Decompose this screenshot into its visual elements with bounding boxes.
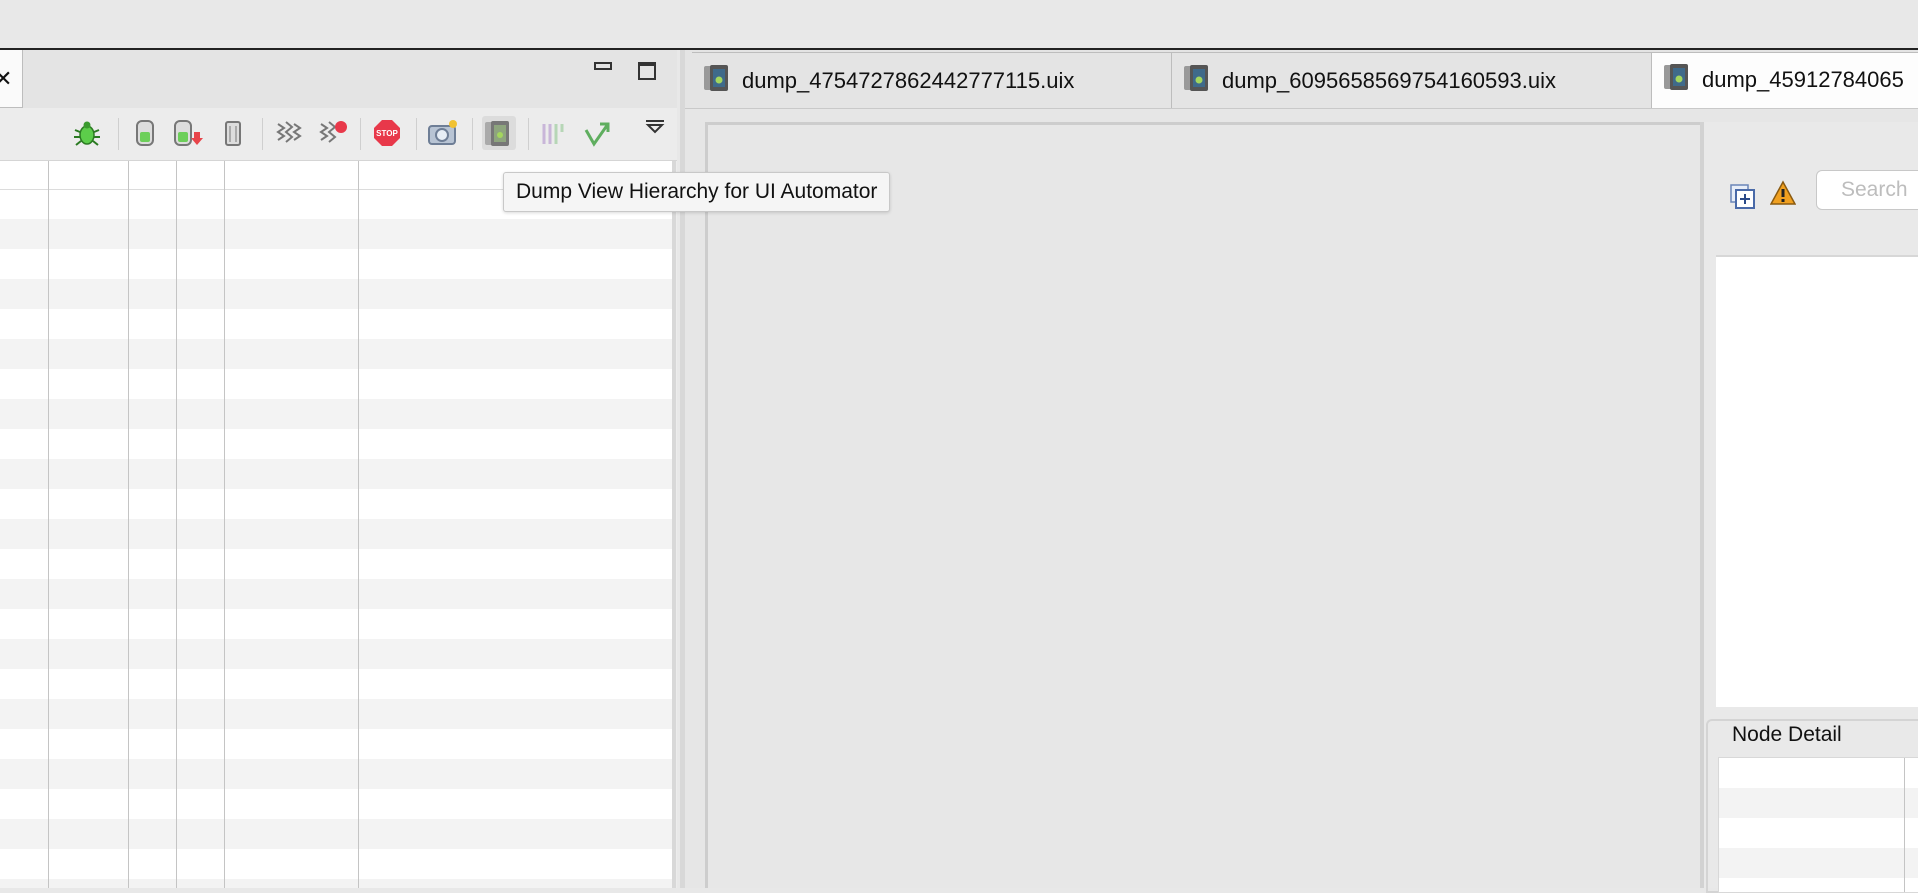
table-row[interactable] xyxy=(0,639,672,669)
editor-tab-label: dump_6095658569754160593.uix xyxy=(1222,67,1556,93)
table-row[interactable] xyxy=(0,699,672,729)
table-row[interactable] xyxy=(0,429,672,459)
toolbar-separator xyxy=(472,118,473,150)
update-heap-icon[interactable] xyxy=(128,116,162,150)
table-row[interactable] xyxy=(0,579,672,609)
opengl-trace-icon[interactable] xyxy=(580,116,614,150)
update-threads-icon[interactable] xyxy=(272,116,306,150)
toolbar-separator xyxy=(118,118,119,150)
hierarchy-toolbar xyxy=(1704,122,1918,252)
column-divider[interactable] xyxy=(358,161,359,888)
editor-tab[interactable]: dump_6095658569754160593.uix xyxy=(1172,52,1652,108)
uix-file-icon xyxy=(1662,61,1694,99)
column-divider[interactable] xyxy=(224,161,225,888)
screen-capture-icon[interactable] xyxy=(426,116,460,150)
table-row[interactable] xyxy=(0,609,672,639)
toolbar-separator xyxy=(262,118,263,150)
minimize-button[interactable] xyxy=(594,62,612,70)
dump-view-hierarchy-icon[interactable] xyxy=(482,116,516,150)
table-row[interactable] xyxy=(0,309,672,339)
table-row[interactable] xyxy=(0,489,672,519)
node-detail-table[interactable] xyxy=(1718,757,1918,893)
stop-process-icon[interactable]: STOP xyxy=(370,116,404,150)
window-top-bar xyxy=(0,0,1918,50)
table-row[interactable] xyxy=(0,729,672,759)
devices-toolbar: STOP xyxy=(0,108,677,161)
table-row[interactable] xyxy=(0,759,672,789)
devices-view-tabbar: ✕ xyxy=(0,50,677,108)
uix-file-icon xyxy=(1182,62,1214,100)
editor-tab-label: dump_45912784065 xyxy=(1702,67,1904,92)
node-detail-group: Node Detail xyxy=(1706,719,1918,893)
device-screenshot-pane[interactable] xyxy=(705,122,1705,888)
table-row[interactable] xyxy=(0,459,672,489)
table-row[interactable] xyxy=(0,369,672,399)
table-row[interactable] xyxy=(1719,788,1918,818)
table-row[interactable] xyxy=(0,519,672,549)
table-row[interactable] xyxy=(1719,848,1918,878)
table-row[interactable] xyxy=(0,819,672,849)
debug-icon[interactable] xyxy=(70,116,104,150)
close-icon[interactable]: ✕ xyxy=(0,66,12,92)
table-row[interactable] xyxy=(0,279,672,309)
hierarchy-tree[interactable] xyxy=(1716,255,1918,707)
start-method-profiling-icon[interactable] xyxy=(316,116,350,150)
table-row[interactable] xyxy=(0,879,672,888)
table-row[interactable] xyxy=(0,549,672,579)
device-process-table[interactable] xyxy=(0,161,676,888)
editor-tabbar: dump_4754727862442777115.uix dump_609565… xyxy=(685,50,1918,109)
table-row[interactable] xyxy=(0,669,672,699)
toolbar-separator xyxy=(528,118,529,150)
column-divider[interactable] xyxy=(1904,758,1905,892)
tooltip: Dump View Hierarchy for UI Automator xyxy=(503,172,891,212)
svg-text:STOP: STOP xyxy=(376,129,398,138)
table-row[interactable] xyxy=(0,789,672,819)
editor-tab-label: dump_4754727862442777115.uix xyxy=(742,67,1075,93)
uix-file-icon xyxy=(702,62,734,100)
dump-hprof-icon[interactable] xyxy=(170,116,204,150)
expand-all-icon[interactable] xyxy=(1730,184,1756,215)
editor-tab-active[interactable]: dump_45912784065 xyxy=(1652,52,1918,108)
column-divider[interactable] xyxy=(128,161,129,888)
cause-gc-icon[interactable] xyxy=(216,116,250,150)
systrace-icon[interactable] xyxy=(536,116,570,150)
table-row[interactable] xyxy=(0,849,672,879)
maximize-button[interactable] xyxy=(638,62,656,80)
devices-view-tab[interactable]: ✕ xyxy=(0,50,23,108)
table-row[interactable] xyxy=(1719,758,1918,788)
node-detail-title: Node Detail xyxy=(1732,723,1842,746)
table-row[interactable] xyxy=(0,249,672,279)
hierarchy-panel: Node Detail xyxy=(1700,122,1918,893)
toolbar-separator xyxy=(360,118,361,150)
table-row[interactable] xyxy=(0,339,672,369)
column-divider[interactable] xyxy=(176,161,177,888)
column-divider[interactable] xyxy=(48,161,49,888)
table-row[interactable] xyxy=(0,399,672,429)
search-input[interactable] xyxy=(1816,170,1918,210)
view-menu-icon[interactable] xyxy=(638,110,672,144)
editor-tab[interactable]: dump_4754727862442777115.uix xyxy=(692,52,1172,108)
table-row[interactable] xyxy=(1719,818,1918,848)
warning-icon[interactable] xyxy=(1769,180,1797,211)
table-row[interactable] xyxy=(0,219,672,249)
toolbar-separator xyxy=(416,118,417,150)
